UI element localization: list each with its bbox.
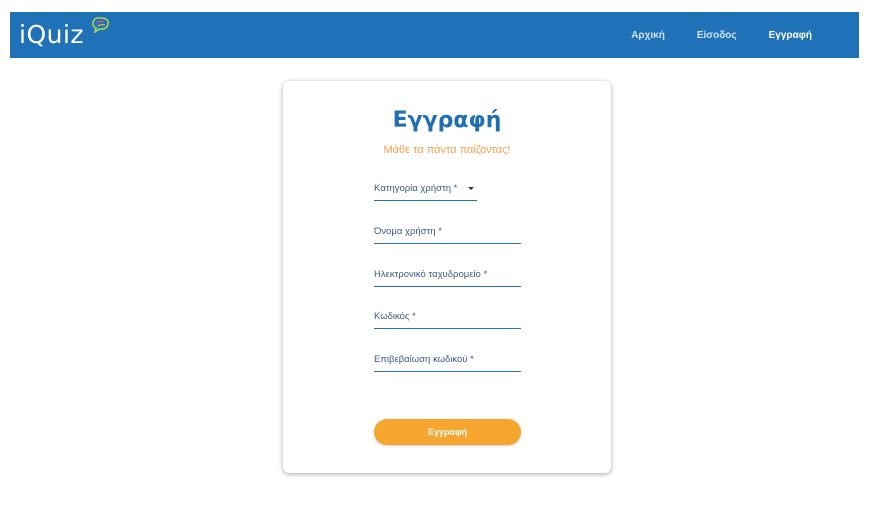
nav-link-register[interactable]: Εγγραφή [769,30,812,41]
email-label: Ηλεκτρονικό ταχυδρομείο * [374,269,488,280]
form-title: Εγγραφή [392,108,502,133]
nav-link-login[interactable]: Είσοδος [697,30,737,41]
navbar: iQuiz Αρχική Είσοδος Εγγραφή [10,12,859,58]
nav-links: Αρχική Είσοδος Εγγραφή [631,12,859,58]
brand-logo-text[interactable]: iQuiz [19,21,84,49]
register-card: Εγγραφή Μάθε τα πάντα παίζοντας! Κατηγορ… [283,81,611,473]
register-button[interactable]: Εγγραφή [374,419,521,445]
user-category-select[interactable]: Κατηγορία χρήστη * [374,180,477,201]
username-field[interactable]: Όνομα χρήστη * [374,223,521,244]
brand-logo-icon [92,17,109,33]
user-category-label: Κατηγορία χρήστη * [374,183,458,194]
confirm-password-field[interactable]: Επιβεβαίωση κωδικού * [374,351,521,372]
username-label: Όνομα χρήστη * [374,226,442,237]
password-label: Κωδικός * [374,311,416,322]
email-field[interactable]: Ηλεκτρονικό ταχυδρομείο * [374,266,521,287]
chevron-down-icon [468,187,474,190]
password-field[interactable]: Κωδικός * [374,308,521,329]
confirm-password-label: Επιβεβαίωση κωδικού * [374,354,474,365]
form-subtitle: Μάθε τα πάντα παίζοντας! [383,144,511,156]
nav-link-home[interactable]: Αρχική [631,30,665,41]
